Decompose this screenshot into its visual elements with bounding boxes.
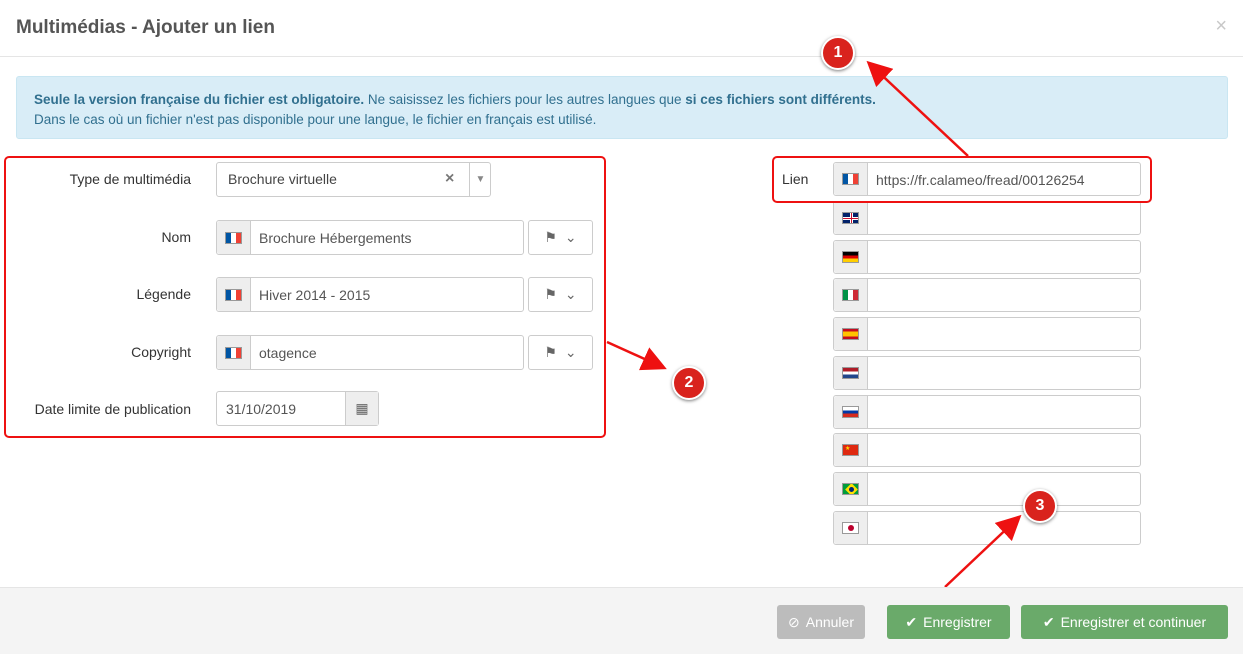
ban-icon: ⊘ (788, 613, 800, 630)
info-alert: Seule la version française du fichier es… (16, 76, 1228, 139)
lien-input-it[interactable] (833, 278, 1141, 312)
flag-nl-icon (834, 357, 868, 389)
save-continue-button[interactable]: ✔ Enregistrer et continuer (1021, 605, 1228, 639)
save-button-label: Enregistrer (923, 614, 992, 630)
modal-header: Multimédias - Ajouter un lien × (0, 0, 1243, 57)
alert-bold-1: Seule la version française du fichier es… (34, 92, 365, 107)
annotation-badge-1: 1 (821, 36, 855, 70)
lien-input-br[interactable] (833, 472, 1141, 506)
flag-it-icon (834, 279, 868, 311)
lien-input-cn[interactable]: ★ (833, 433, 1141, 467)
lien-input-gb[interactable] (833, 201, 1141, 235)
cancel-button-label: Annuler (805, 614, 854, 630)
arrow-2 (606, 340, 667, 371)
annotation-badge-2: 2 (672, 366, 706, 400)
flag-ru-icon (834, 396, 868, 428)
save-continue-button-label: Enregistrer et continuer (1060, 614, 1207, 630)
alert-line-2: Dans le cas où un fichier n'est pas disp… (34, 112, 597, 127)
annotation-box-1 (772, 156, 1152, 203)
flag-cn-icon: ★ (834, 434, 868, 466)
flag-de-icon (834, 241, 868, 273)
flag-jp-icon (834, 512, 868, 544)
close-icon[interactable]: × (1215, 16, 1227, 36)
check-icon: ✔ (1042, 613, 1055, 630)
lien-input-es[interactable] (833, 317, 1141, 351)
annotation-box-2 (4, 156, 606, 438)
alert-bold-2: si ces fichiers sont différents. (685, 92, 876, 107)
flag-gb-icon (834, 202, 868, 234)
alert-text-1: Ne saisissez les fichiers pour les autre… (364, 92, 686, 107)
annotation-badge-3: 3 (1023, 489, 1057, 523)
save-button[interactable]: ✔ Enregistrer (887, 605, 1010, 639)
cancel-button[interactable]: ⊘ Annuler (777, 605, 865, 639)
check-icon: ✔ (905, 613, 918, 630)
lien-input-ru[interactable] (833, 395, 1141, 429)
lien-input-nl[interactable] (833, 356, 1141, 390)
modal-title: Multimédias - Ajouter un lien (16, 17, 275, 38)
flag-es-icon (834, 318, 868, 350)
lien-input-jp[interactable] (833, 511, 1141, 545)
flag-br-icon (834, 473, 868, 505)
lien-input-de[interactable] (833, 240, 1141, 274)
